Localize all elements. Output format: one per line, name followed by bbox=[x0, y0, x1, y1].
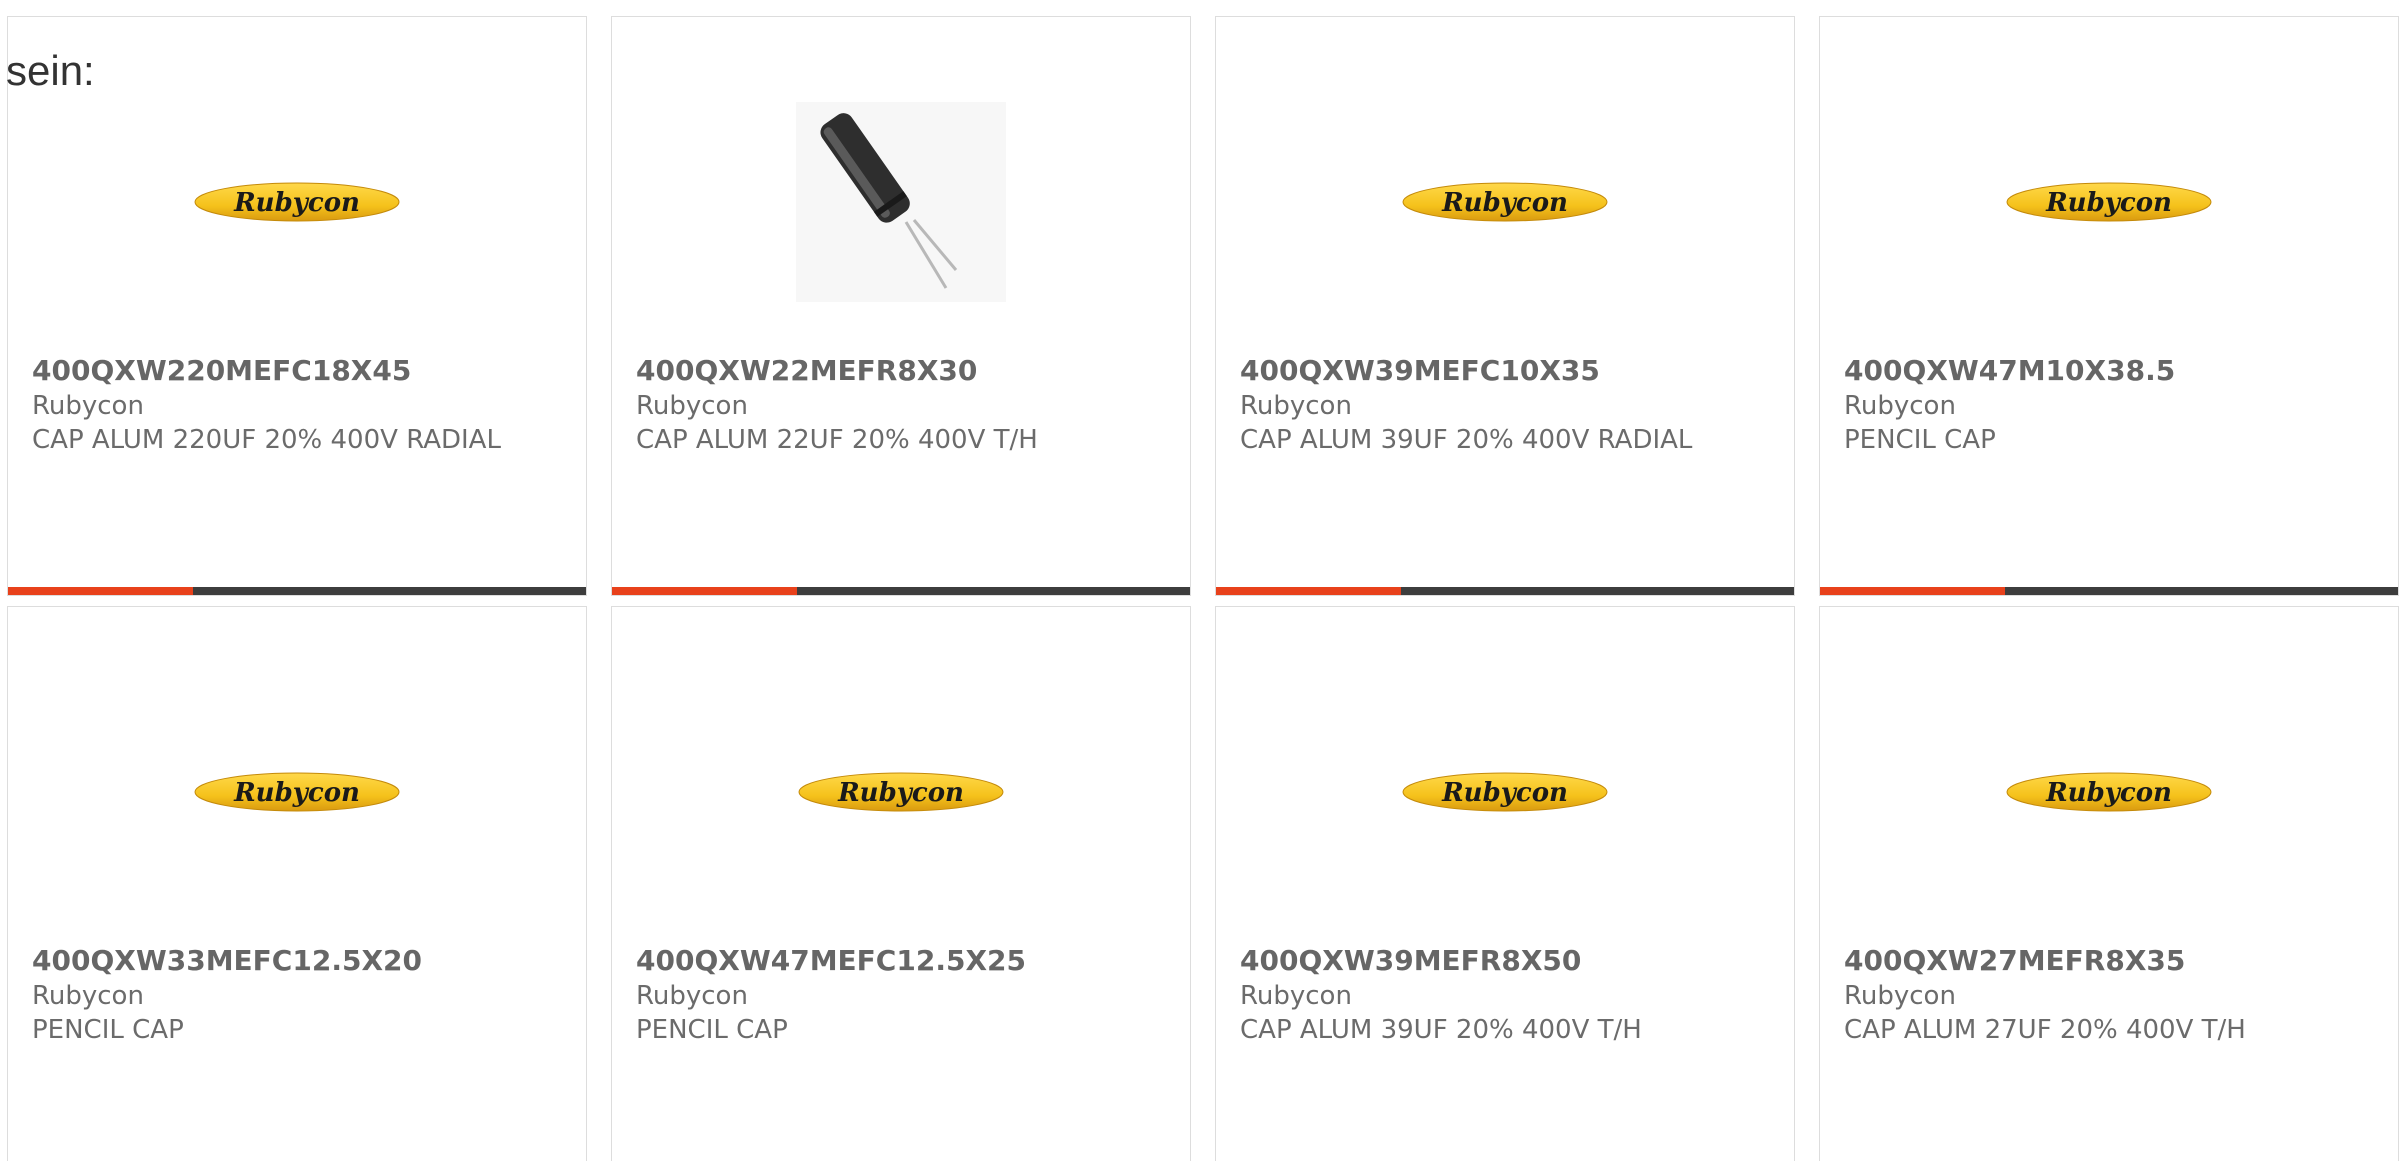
product-info: 400QXW47M10X38.5 Rubycon PENCIL CAP bbox=[1844, 353, 2378, 457]
card-progress-bar bbox=[612, 587, 1190, 595]
rubycon-logo: Rubycon bbox=[1402, 182, 1608, 222]
product-card[interactable]: Rubycon 400QXW33MEFC12.5X20 Rubycon PENCIL … bbox=[7, 606, 587, 1161]
intro-text: sein: bbox=[6, 47, 95, 94]
card-progress-fill bbox=[8, 587, 193, 595]
product-description: CAP ALUM 27UF 20% 400V T/H bbox=[1844, 1015, 2246, 1045]
logo-text: Rubycon bbox=[1441, 778, 1568, 808]
part-number-link[interactable]: 400QXW39MEFR8X50 bbox=[1240, 943, 1774, 979]
product-grid-page: sein: Rubycon 400QXW220MEFC18X45 Rubycon CA… bbox=[0, 0, 2400, 1161]
product-image[interactable]: Rubycon bbox=[612, 667, 1190, 917]
manufacturer-name: Rubycon bbox=[636, 981, 748, 1011]
card-progress-bar bbox=[8, 587, 586, 595]
manufacturer-name: Rubycon bbox=[1844, 981, 1956, 1011]
product-image[interactable]: Rubycon bbox=[1820, 77, 2398, 327]
part-number-link[interactable]: 400QXW47M10X38.5 bbox=[1844, 353, 2378, 389]
product-image[interactable]: Rubycon bbox=[8, 77, 586, 327]
manufacturer-name: Rubycon bbox=[1844, 391, 1956, 421]
product-description: CAP ALUM 220UF 20% 400V RADIAL bbox=[32, 425, 501, 455]
part-number-link[interactable]: 400QXW220MEFC18X45 bbox=[32, 353, 566, 389]
product-image[interactable]: Rubycon bbox=[1820, 667, 2398, 917]
logo-text: Rubycon bbox=[2045, 778, 2172, 808]
card-progress-fill bbox=[1820, 587, 2005, 595]
card-progress-fill bbox=[1216, 587, 1401, 595]
rubycon-logo: Rubycon bbox=[2006, 772, 2212, 812]
capacitor-photo bbox=[796, 102, 1006, 302]
product-card[interactable]: Rubycon 400QXW39MEFR8X50 Rubycon CAP ALUM 3… bbox=[1215, 606, 1795, 1161]
product-card[interactable]: Rubycon 400QXW47M10X38.5 Rubycon PENCIL CAP bbox=[1819, 16, 2399, 596]
logo-text: Rubycon bbox=[1441, 188, 1568, 218]
logo-text: Rubycon bbox=[837, 778, 964, 808]
part-number-link[interactable]: 400QXW27MEFR8X35 bbox=[1844, 943, 2378, 979]
manufacturer-name: Rubycon bbox=[1240, 391, 1352, 421]
part-number-link[interactable]: 400QXW33MEFC12.5X20 bbox=[32, 943, 566, 979]
manufacturer-name: Rubycon bbox=[32, 981, 144, 1011]
logo-text: Rubycon bbox=[2045, 188, 2172, 218]
logo-text: Rubycon bbox=[233, 188, 360, 218]
product-info: 400QXW39MEFR8X50 Rubycon CAP ALUM 39UF 20%… bbox=[1240, 943, 1774, 1047]
card-progress-fill bbox=[612, 587, 797, 595]
product-card[interactable]: Rubycon 400QXW47MEFC12.5X25 Rubycon PENCIL … bbox=[611, 606, 1191, 1161]
product-card[interactable]: Rubycon 400QXW27MEFR8X35 Rubycon CAP ALUM 2… bbox=[1819, 606, 2399, 1161]
manufacturer-name: Rubycon bbox=[32, 391, 144, 421]
logo-text: Rubycon bbox=[233, 778, 360, 808]
product-image[interactable]: Rubycon bbox=[1216, 77, 1794, 327]
product-description: CAP ALUM 39UF 20% 400V RADIAL bbox=[1240, 425, 1693, 455]
product-card[interactable]: Rubycon 400QXW220MEFC18X45 Rubycon CAP ALUM… bbox=[7, 16, 587, 596]
product-description: PENCIL CAP bbox=[32, 1015, 184, 1045]
product-info: 400QXW33MEFC12.5X20 Rubycon PENCIL CAP bbox=[32, 943, 566, 1047]
product-card[interactable]: 400QXW22MEFR8X30 Rubycon CAP ALUM 22UF 20%… bbox=[611, 16, 1191, 596]
product-card[interactable]: Rubycon 400QXW39MEFC10X35 Rubycon CAP ALUM … bbox=[1215, 16, 1795, 596]
rubycon-logo: Rubycon bbox=[194, 772, 400, 812]
product-description: PENCIL CAP bbox=[1844, 425, 1996, 455]
card-progress-bar bbox=[1216, 587, 1794, 595]
manufacturer-name: Rubycon bbox=[1240, 981, 1352, 1011]
product-info: 400QXW47MEFC12.5X25 Rubycon PENCIL CAP bbox=[636, 943, 1170, 1047]
product-grid: Rubycon 400QXW220MEFC18X45 Rubycon CAP ALUM… bbox=[7, 16, 2399, 1161]
product-image[interactable] bbox=[612, 77, 1190, 327]
rubycon-logo: Rubycon bbox=[1402, 772, 1608, 812]
product-image[interactable]: Rubycon bbox=[1216, 667, 1794, 917]
rubycon-logo: Rubycon bbox=[2006, 182, 2212, 222]
card-progress-bar bbox=[1820, 587, 2398, 595]
product-info: 400QXW220MEFC18X45 Rubycon CAP ALUM 220UF … bbox=[32, 353, 566, 457]
product-description: CAP ALUM 39UF 20% 400V T/H bbox=[1240, 1015, 1642, 1045]
product-info: 400QXW22MEFR8X30 Rubycon CAP ALUM 22UF 20%… bbox=[636, 353, 1170, 457]
product-info: 400QXW39MEFC10X35 Rubycon CAP ALUM 39UF 20… bbox=[1240, 353, 1774, 457]
product-description: CAP ALUM 22UF 20% 400V T/H bbox=[636, 425, 1038, 455]
manufacturer-name: Rubycon bbox=[636, 391, 748, 421]
product-info: 400QXW27MEFR8X35 Rubycon CAP ALUM 27UF 20%… bbox=[1844, 943, 2378, 1047]
part-number-link[interactable]: 400QXW22MEFR8X30 bbox=[636, 353, 1170, 389]
rubycon-logo: Rubycon bbox=[194, 182, 400, 222]
rubycon-logo: Rubycon bbox=[798, 772, 1004, 812]
part-number-link[interactable]: 400QXW47MEFC12.5X25 bbox=[636, 943, 1170, 979]
part-number-link[interactable]: 400QXW39MEFC10X35 bbox=[1240, 353, 1774, 389]
product-description: PENCIL CAP bbox=[636, 1015, 788, 1045]
product-image[interactable]: Rubycon bbox=[8, 667, 586, 917]
